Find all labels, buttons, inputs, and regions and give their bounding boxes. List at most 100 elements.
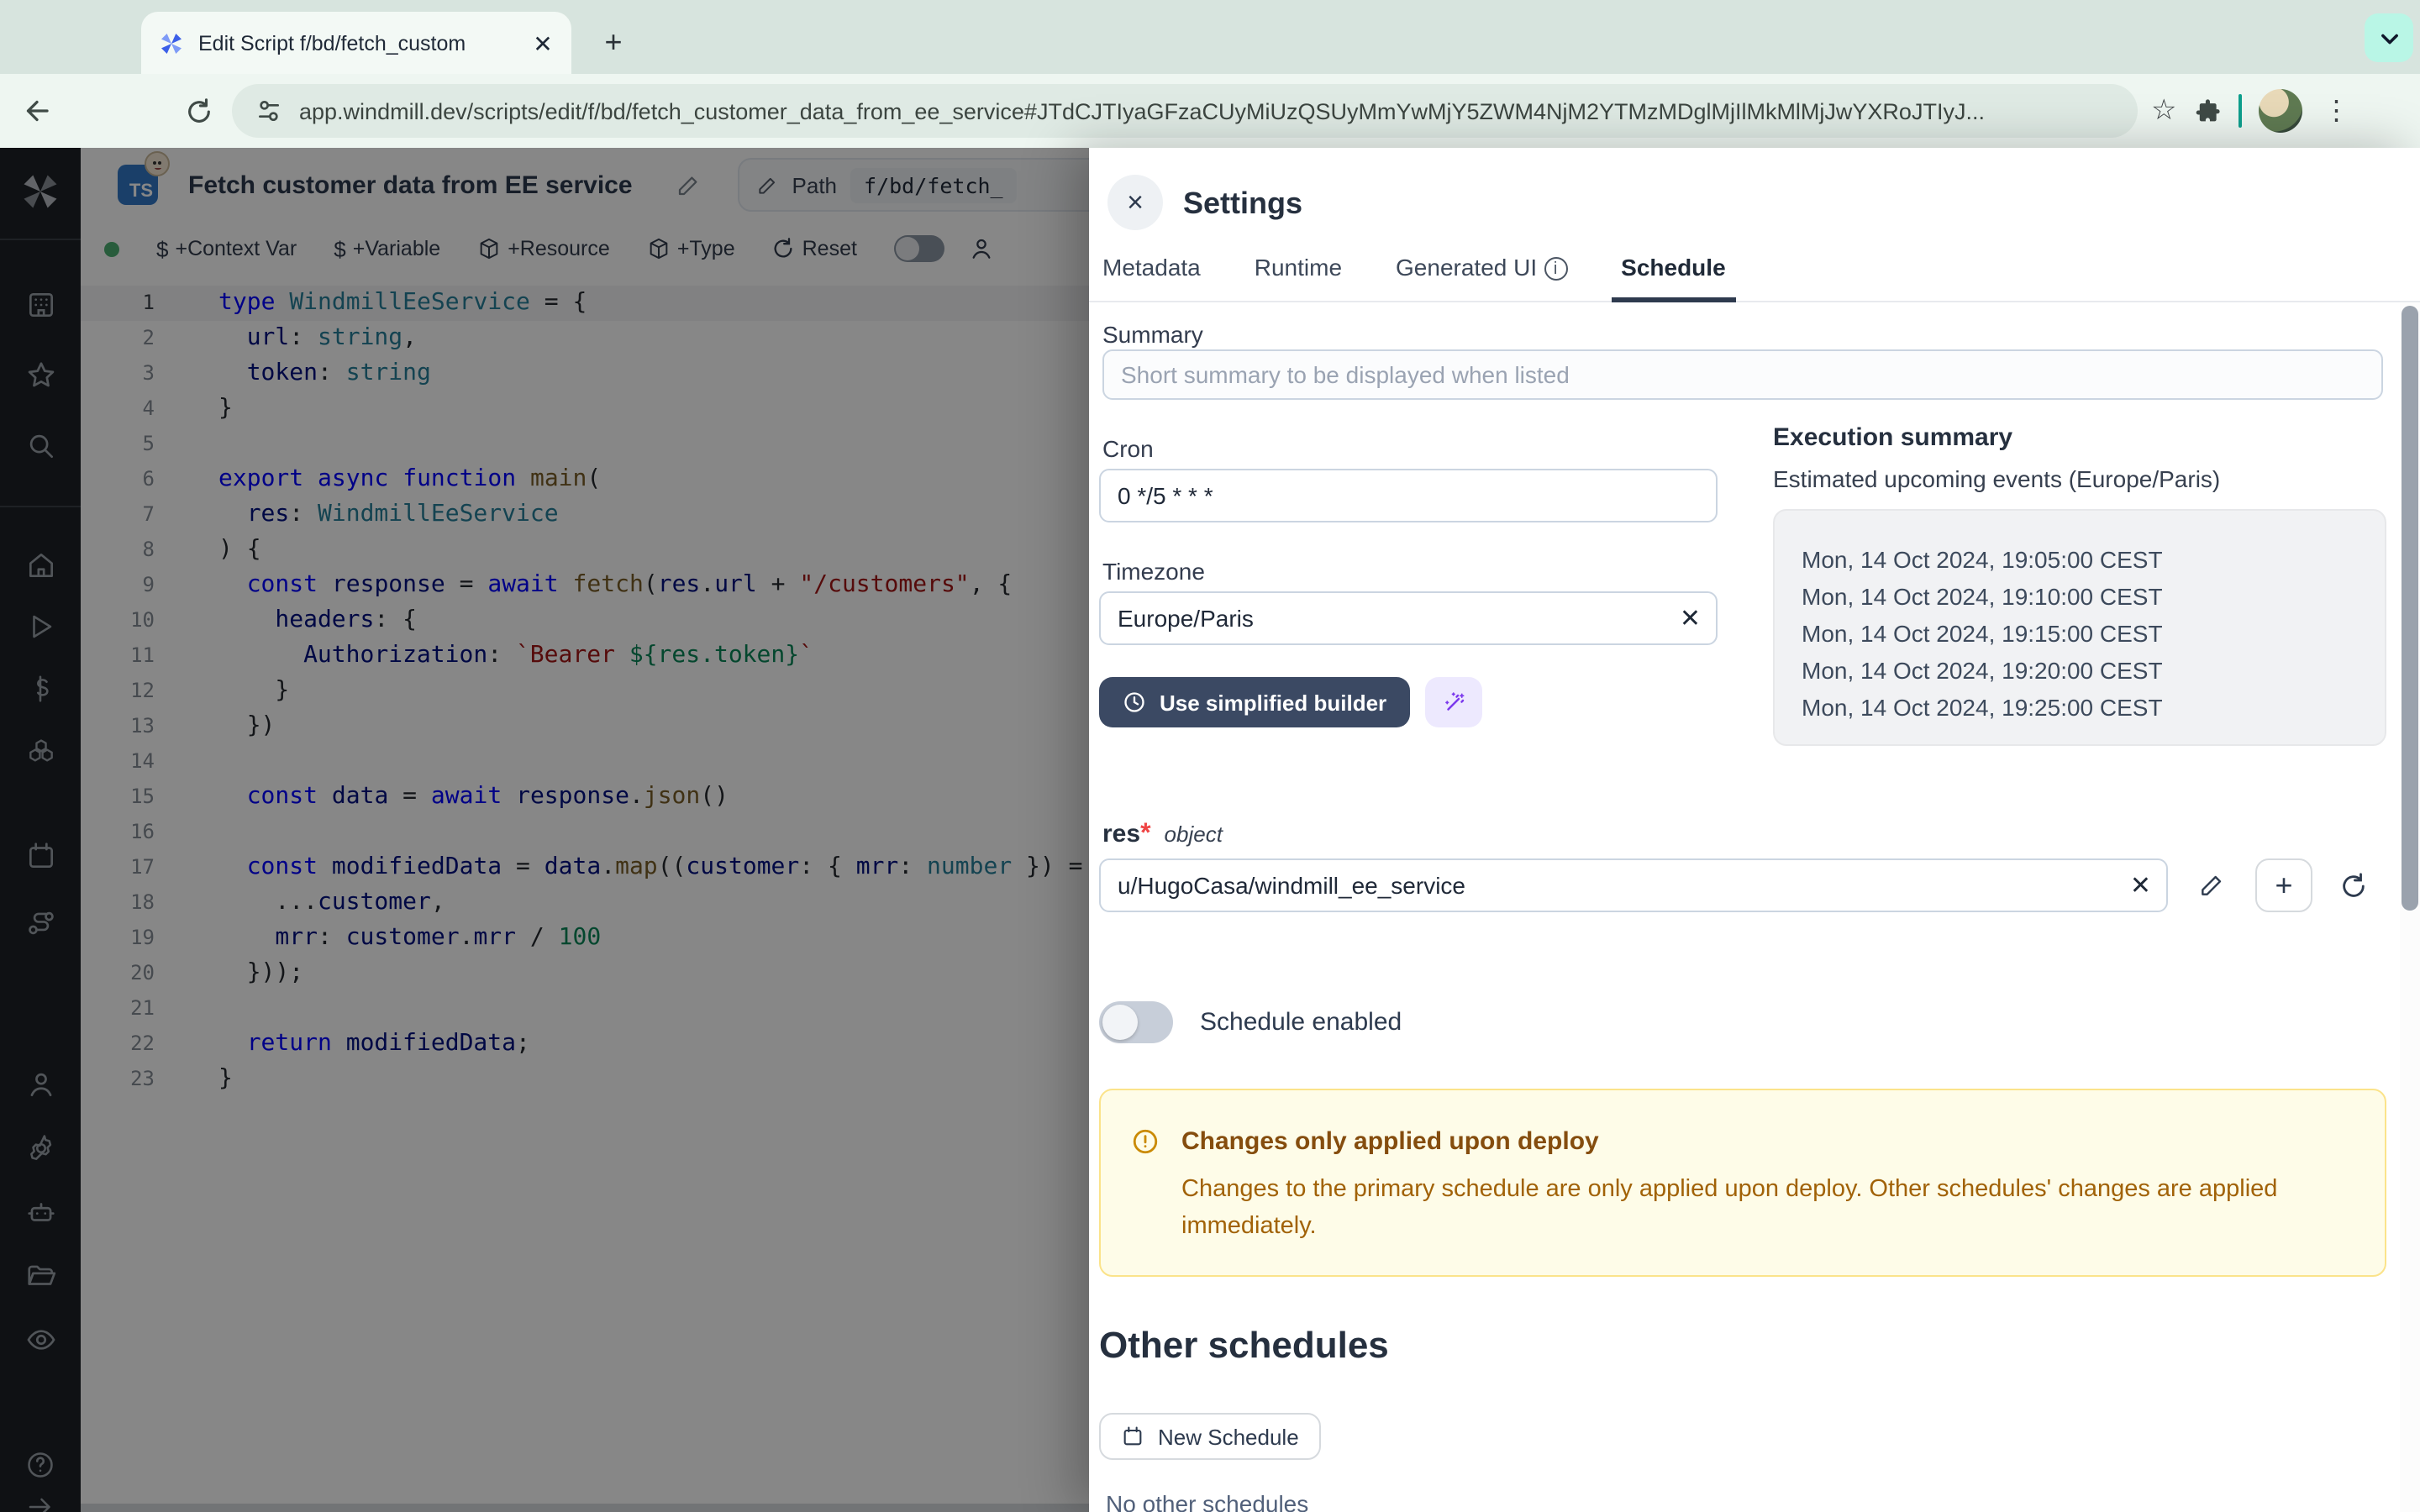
add-type-button[interactable]: +Type bbox=[647, 237, 735, 260]
sidebar-item-workspace[interactable] bbox=[0, 274, 81, 334]
code-line: 10headers: { bbox=[81, 603, 1089, 638]
sidebar-item-settings[interactable] bbox=[0, 1117, 81, 1178]
res-field-wrap: ✕ bbox=[1099, 858, 2168, 912]
tab-generated-ui[interactable]: Generated UIi bbox=[1396, 234, 1567, 302]
tab-search-button[interactable] bbox=[2365, 13, 2413, 62]
new-tab-icon[interactable]: + bbox=[592, 22, 635, 66]
typescript-badge: TS bbox=[118, 165, 158, 205]
cron-input[interactable] bbox=[1099, 469, 1718, 522]
schedule-enabled-row: Schedule enabled bbox=[1099, 1001, 1402, 1043]
add-context-var-button[interactable]: $ +Context Var bbox=[156, 236, 297, 261]
windmill-logo-icon[interactable] bbox=[0, 161, 81, 222]
info-icon: i bbox=[1544, 256, 1567, 280]
code-line: 6export async function main( bbox=[81, 462, 1089, 497]
back-button[interactable] bbox=[13, 87, 60, 134]
schedule-panel: Summary Cron Timezone ✕ bbox=[1089, 302, 2400, 1512]
script-editor: TS Fetch customer data from EE service P… bbox=[81, 148, 1089, 1512]
code-line: 16 bbox=[81, 815, 1089, 850]
refresh-resource-button[interactable] bbox=[2331, 864, 2375, 907]
code-line: 12} bbox=[81, 674, 1089, 709]
add-resource-button-drawer[interactable]: + bbox=[2255, 858, 2312, 912]
close-drawer-button[interactable]: × bbox=[1107, 175, 1163, 230]
resource-input[interactable] bbox=[1099, 858, 2168, 912]
summary-input[interactable] bbox=[1102, 349, 2383, 400]
tab-metadata[interactable]: Metadata bbox=[1102, 234, 1201, 302]
script-title: Fetch customer data from EE service bbox=[188, 171, 633, 199]
alert-circle-icon bbox=[1131, 1127, 1160, 1164]
path-label: Path bbox=[792, 172, 838, 197]
dollar-icon: $ bbox=[334, 236, 345, 261]
bookmark-star-icon[interactable]: ☆ bbox=[2151, 94, 2177, 128]
windmill-favicon-icon bbox=[158, 29, 185, 56]
cron-label: Cron bbox=[1102, 435, 1154, 462]
sidebar-item-search[interactable] bbox=[0, 415, 81, 475]
scrollbar-thumb[interactable] bbox=[2402, 306, 2418, 911]
warning-body: Changes to the primary schedule are only… bbox=[1181, 1171, 2358, 1245]
sidebar-collapse-icon[interactable] bbox=[0, 1487, 81, 1512]
new-schedule-button[interactable]: New Schedule bbox=[1099, 1413, 1321, 1460]
sidebar-item-variables[interactable] bbox=[0, 659, 81, 719]
edit-resource-button[interactable] bbox=[2190, 864, 2233, 907]
sidebar-item-schedules[interactable] bbox=[0, 825, 81, 885]
code-line: 4} bbox=[81, 391, 1089, 427]
editor-header: TS Fetch customer data from EE service P… bbox=[81, 148, 1089, 222]
user-icon bbox=[968, 235, 995, 262]
profile-avatar[interactable] bbox=[2260, 89, 2303, 133]
schedule-event: Mon, 14 Oct 2024, 19:05:00 CEST bbox=[1802, 541, 2358, 578]
forward-button[interactable] bbox=[94, 87, 141, 134]
sidebar-item-runs[interactable] bbox=[0, 596, 81, 657]
code-lines[interactable]: 1type WindmillEeService = {2url: string,… bbox=[81, 276, 1089, 1097]
sidebar-item-audit-logs[interactable] bbox=[0, 1309, 81, 1369]
ai-generate-button[interactable] bbox=[1425, 677, 1482, 727]
drawer-scrollbar[interactable] bbox=[2400, 302, 2420, 1512]
sidebar-divider bbox=[0, 506, 81, 507]
sidebar-item-user[interactable] bbox=[0, 1053, 81, 1114]
schedule-event: Mon, 14 Oct 2024, 19:20:00 CEST bbox=[1802, 652, 2358, 689]
sidebar-item-resources[interactable] bbox=[0, 721, 81, 781]
other-schedules-title: Other schedules bbox=[1099, 1324, 1389, 1368]
sidebar-item-home[interactable] bbox=[0, 534, 81, 595]
reload-button[interactable] bbox=[175, 87, 222, 134]
browser-tab[interactable]: Edit Script f/bd/fetch_custom ✕ bbox=[141, 12, 571, 74]
add-variable-button[interactable]: $ +Variable bbox=[334, 236, 440, 261]
sidebar-item-routes[interactable] bbox=[0, 892, 81, 953]
menu-kebab-icon[interactable]: ⋮ bbox=[2320, 94, 2354, 128]
edit-title-icon[interactable] bbox=[676, 172, 702, 197]
diff-toggle[interactable] bbox=[894, 235, 944, 262]
tab-schedule[interactable]: Schedule bbox=[1621, 234, 1726, 302]
reset-button[interactable]: Reset bbox=[772, 237, 857, 260]
clear-timezone-icon[interactable]: ✕ bbox=[1680, 603, 1701, 633]
sidebar-item-favorites[interactable] bbox=[0, 344, 81, 405]
code-line: 22return modifiedData; bbox=[81, 1026, 1089, 1062]
sidebar-divider bbox=[0, 239, 81, 240]
toolbar-right: ☆ ⋮ bbox=[2151, 89, 2354, 133]
pencil-icon bbox=[2198, 872, 2225, 899]
profile-separator bbox=[2239, 94, 2243, 128]
code-line: 20})); bbox=[81, 956, 1089, 991]
add-resource-button[interactable]: +Resource bbox=[477, 237, 610, 260]
code-line: 5 bbox=[81, 427, 1089, 462]
schedule-enabled-toggle[interactable] bbox=[1099, 1001, 1173, 1043]
path-chip[interactable]: Path f/bd/fetch_ bbox=[739, 158, 1089, 212]
editor-toolbar: $ +Context Var $ +Variable +Resource +Ty… bbox=[81, 222, 1089, 276]
tab-close-icon[interactable]: ✕ bbox=[528, 28, 558, 58]
clear-resource-icon[interactable]: ✕ bbox=[2130, 870, 2151, 900]
schedule-event: Mon, 14 Oct 2024, 19:15:00 CEST bbox=[1802, 615, 2358, 652]
sidebar-item-help[interactable] bbox=[0, 1443, 81, 1487]
sidebar-item-workers[interactable] bbox=[0, 1181, 81, 1242]
page-body: TS Fetch customer data from EE service P… bbox=[0, 148, 2420, 1512]
code-line: 18...customer, bbox=[81, 885, 1089, 921]
app-sidebar bbox=[0, 148, 81, 1512]
sidebar-item-folders[interactable] bbox=[0, 1245, 81, 1305]
cron-field-wrap bbox=[1099, 469, 1718, 522]
refresh-icon bbox=[2338, 871, 2367, 900]
tab-runtime[interactable]: Runtime bbox=[1255, 234, 1342, 302]
site-settings-icon[interactable] bbox=[255, 97, 282, 124]
execution-summary-title: Execution summary bbox=[1773, 423, 2012, 452]
use-simplified-builder-button[interactable]: Use simplified builder bbox=[1099, 677, 1410, 727]
clock-icon bbox=[1123, 690, 1146, 714]
address-bar[interactable]: app.windmill.dev/scripts/edit/f/bd/fetch… bbox=[232, 84, 2138, 138]
timezone-input[interactable] bbox=[1099, 591, 1718, 645]
extensions-icon[interactable] bbox=[2194, 97, 2223, 125]
summary-label: Summary bbox=[1102, 321, 1203, 348]
